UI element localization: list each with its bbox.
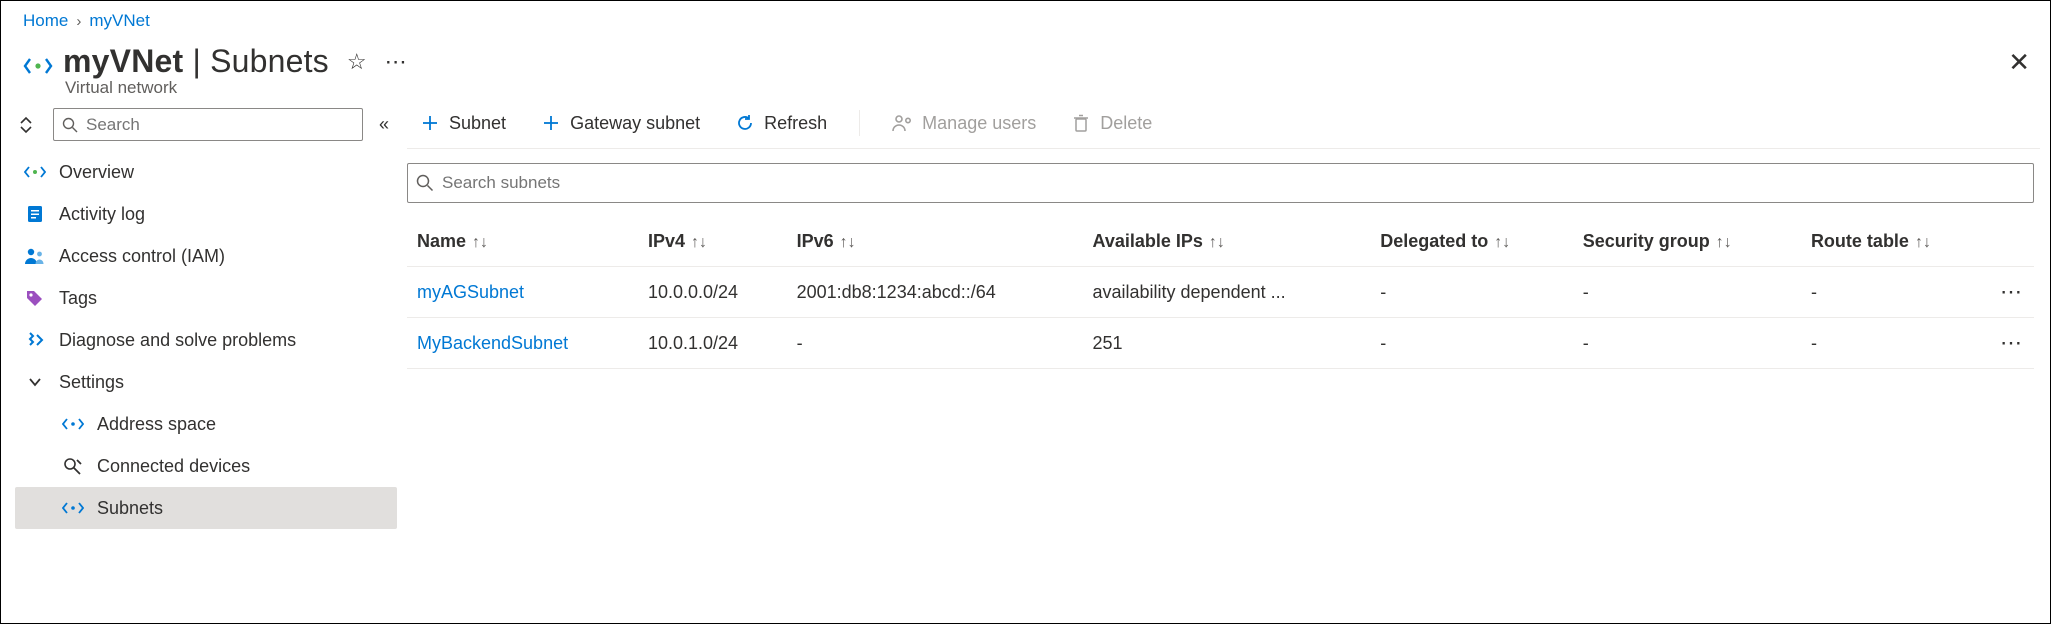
cell-ipv6: 2001:db8:1234:abcd::/64 [787, 267, 1083, 318]
subnet-search[interactable] [407, 163, 2034, 203]
sidebar-item-overview[interactable]: Overview [15, 151, 397, 193]
sidebar-search[interactable] [53, 108, 363, 141]
sidebar-item-access-control[interactable]: Access control (IAM) [15, 235, 397, 277]
breadcrumb-separator-icon: › [76, 13, 81, 30]
sidebar-item-address-space[interactable]: Address space [15, 403, 397, 445]
sidebar-item-label: Settings [59, 372, 124, 393]
col-available[interactable]: Available IPs↑↓ [1082, 221, 1370, 267]
sort-icon[interactable]: ↑↓ [840, 234, 856, 251]
breadcrumb-resource[interactable]: myVNet [89, 11, 149, 31]
cell-available: availability dependent ... [1082, 267, 1370, 318]
cell-delegated: - [1370, 267, 1573, 318]
table-row[interactable]: MyBackendSubnet 10.0.1.0/24 - 251 - - - … [407, 318, 2034, 369]
expand-toggle-icon[interactable] [19, 116, 41, 134]
more-menu-icon[interactable]: ⋯ [385, 49, 409, 75]
sidebar-item-subnets[interactable]: Subnets [15, 487, 397, 529]
chevron-down-icon [23, 371, 47, 393]
sidebar-item-label: Connected devices [97, 456, 250, 477]
subnet-search-input[interactable] [440, 172, 2025, 194]
collapse-sidebar-icon[interactable]: « [375, 114, 393, 135]
sidebar-item-label: Overview [59, 162, 134, 183]
sidebar-item-settings[interactable]: Settings [15, 361, 397, 403]
sort-icon[interactable]: ↑↓ [1716, 234, 1732, 251]
sidebar-item-label: Address space [97, 414, 216, 435]
page-title: myVNet | Subnets [63, 43, 329, 80]
table-row[interactable]: myAGSubnet 10.0.0.0/24 2001:db8:1234:abc… [407, 267, 2034, 318]
cell-ipv6: - [787, 318, 1083, 369]
cell-available: 251 [1082, 318, 1370, 369]
plus-icon [540, 112, 562, 134]
cell-ipv4: 10.0.0.0/24 [638, 267, 787, 318]
row-more-icon[interactable]: ⋯ [1990, 267, 2034, 318]
col-ipv4[interactable]: IPv4↑↓ [638, 221, 787, 267]
diagnose-icon [23, 329, 47, 351]
cell-delegated: - [1370, 318, 1573, 369]
sort-icon[interactable]: ↑↓ [1915, 234, 1931, 251]
sidebar-item-label: Subnets [97, 498, 163, 519]
cell-secgroup: - [1573, 318, 1801, 369]
main-content: Subnet Gateway subnet Refresh Manage use [397, 102, 2050, 612]
col-name[interactable]: Name↑↓ [407, 221, 638, 267]
vnet-icon [21, 49, 55, 83]
sidebar-item-label: Activity log [59, 204, 145, 225]
sort-icon[interactable]: ↑↓ [1494, 234, 1510, 251]
favorite-icon[interactable]: ☆ [347, 49, 367, 75]
sort-icon[interactable]: ↑↓ [472, 234, 488, 251]
breadcrumb-home[interactable]: Home [23, 11, 68, 31]
sort-icon[interactable]: ↑↓ [1209, 234, 1225, 251]
sidebar-item-tags[interactable]: Tags [15, 277, 397, 319]
refresh-button[interactable]: Refresh [728, 108, 833, 138]
activity-log-icon [23, 203, 47, 225]
access-control-icon [23, 245, 47, 267]
tags-icon [23, 287, 47, 309]
command-bar: Subnet Gateway subnet Refresh Manage use [407, 102, 2040, 149]
subnet-name-link[interactable]: MyBackendSubnet [407, 318, 638, 369]
search-icon [62, 117, 78, 133]
manage-users-button: Manage users [886, 108, 1042, 138]
sidebar-item-label: Tags [59, 288, 97, 309]
connected-devices-icon [61, 455, 85, 477]
subnet-name-link[interactable]: myAGSubnet [407, 267, 638, 318]
add-subnet-button[interactable]: Subnet [413, 108, 512, 138]
cell-route: - [1801, 267, 1990, 318]
subnets-table: Name↑↓ IPv4↑↓ IPv6↑↓ Available IPs↑↓ Del… [407, 221, 2034, 369]
row-more-icon[interactable]: ⋯ [1990, 318, 2034, 369]
delete-button: Delete [1064, 108, 1158, 138]
col-route[interactable]: Route table↑↓ [1801, 221, 1990, 267]
sidebar-search-input[interactable] [84, 114, 354, 136]
add-gateway-subnet-button[interactable]: Gateway subnet [534, 108, 706, 138]
resource-type-label: Virtual network [65, 78, 2040, 98]
subnets-icon [61, 497, 85, 519]
col-delegated[interactable]: Delegated to↑↓ [1370, 221, 1573, 267]
trash-icon [1070, 112, 1092, 134]
vnet-small-icon [23, 161, 47, 183]
search-icon [416, 174, 434, 192]
sidebar-item-label: Access control (IAM) [59, 246, 225, 267]
breadcrumb: Home › myVNet [1, 1, 2050, 37]
plus-icon [419, 112, 441, 134]
col-ipv6[interactable]: IPv6↑↓ [787, 221, 1083, 267]
cell-ipv4: 10.0.1.0/24 [638, 318, 787, 369]
sort-icon[interactable]: ↑↓ [691, 234, 707, 251]
address-space-icon [61, 413, 85, 435]
col-secgroup[interactable]: Security group↑↓ [1573, 221, 1801, 267]
cell-route: - [1801, 318, 1990, 369]
sidebar-item-label: Diagnose and solve problems [59, 330, 296, 351]
sidebar-nav: Overview Activity log Access control (IA… [15, 151, 397, 529]
users-icon [892, 112, 914, 134]
sidebar-item-activity-log[interactable]: Activity log [15, 193, 397, 235]
command-separator [859, 110, 860, 136]
sidebar-item-diagnose[interactable]: Diagnose and solve problems [15, 319, 397, 361]
refresh-icon [734, 112, 756, 134]
sidebar: « Overview Activity log Access control (… [15, 102, 397, 612]
cell-secgroup: - [1573, 267, 1801, 318]
sidebar-item-connected-devices[interactable]: Connected devices [15, 445, 397, 487]
close-icon[interactable]: ✕ [2008, 47, 2030, 78]
page-header: myVNet | Subnets ☆ ⋯ Virtual network [1, 37, 2050, 102]
